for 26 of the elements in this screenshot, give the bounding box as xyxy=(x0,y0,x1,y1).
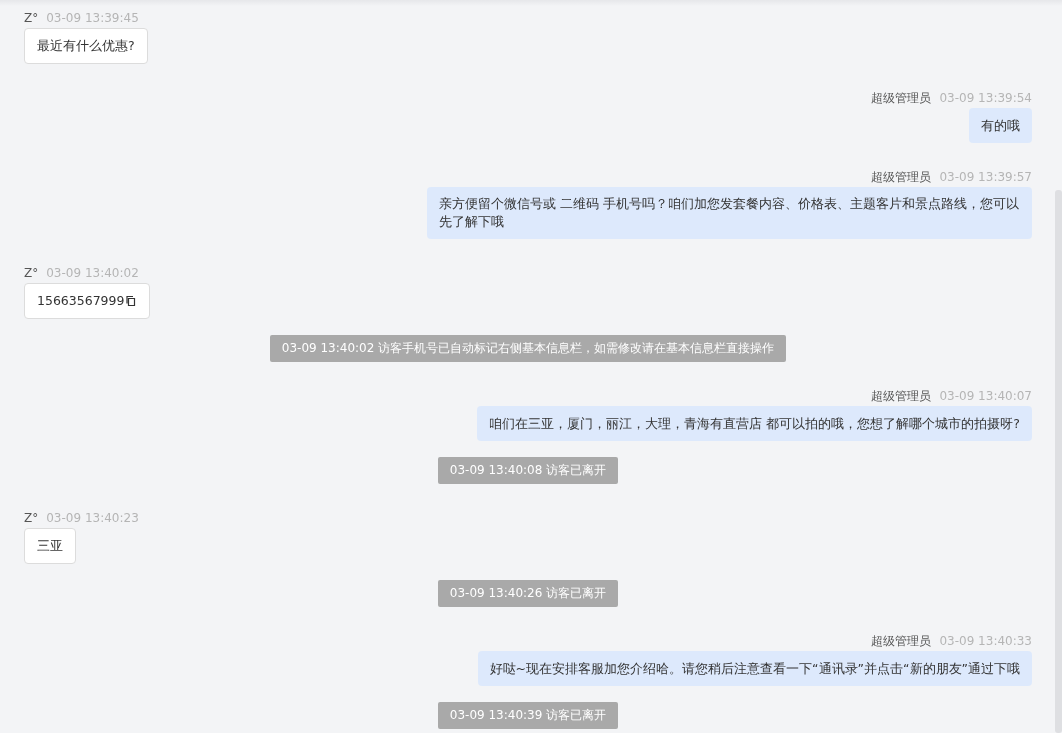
message-time: 03-09 13:39:54 xyxy=(939,91,1032,106)
message-bubble: 三亚 xyxy=(24,528,76,564)
message-bubble: 好哒~现在安排客服加您介绍哈。请您稍后注意查看一下“通讯录”并点击“新的朋友”通过下哦 xyxy=(477,651,1032,686)
message-bubble: 有的哦 xyxy=(969,108,1032,143)
message-time: 03-09 13:40:07 xyxy=(939,389,1032,404)
sender-name: Z° xyxy=(24,11,39,26)
sender-name: 超级管理员 xyxy=(871,634,932,649)
sender-name: 超级管理员 xyxy=(871,170,932,185)
message-bubble: 亲方便留个微信号或 二维码 手机号吗？咱们加您发套餐内容、价格表、主题客片和景点路线，您可以先了解下哦 xyxy=(427,187,1032,239)
copy-icon[interactable] xyxy=(125,295,138,307)
system-notice: 03-09 13:40:02 访客手机号已自动标记右侧基本信息栏，如需修改请在基本信息栏直接操作 xyxy=(269,335,787,362)
system-notice: 03-09 13:40:08 访客已离开 xyxy=(437,457,619,484)
sender-name: Z° xyxy=(24,266,39,281)
sender-name: 超级管理员 xyxy=(871,91,932,106)
message-time: 03-09 13:40:33 xyxy=(939,634,1032,649)
message-time: 03-09 13:39:57 xyxy=(939,170,1032,185)
message-bubble: 咱们在三亚，厦门，丽江，大理，青海有直营店 都可以拍的哦，您想了解哪个城市的拍摄呀? xyxy=(477,406,1032,441)
message-time: 03-09 13:40:02 xyxy=(46,266,139,281)
system-notice: 03-09 13:40:26 访客已离开 xyxy=(437,580,619,607)
message-time: 03-09 13:39:45 xyxy=(46,11,139,26)
sender-name: Z° xyxy=(24,511,39,526)
message-bubble: 最近有什么优惠? xyxy=(24,28,148,64)
system-notice: 03-09 13:40:39 访客已离开 xyxy=(437,702,619,729)
sender-name: 超级管理员 xyxy=(871,389,932,404)
message-time: 03-09 13:40:23 xyxy=(46,511,139,526)
message-bubble: 15663567999 xyxy=(24,283,151,319)
